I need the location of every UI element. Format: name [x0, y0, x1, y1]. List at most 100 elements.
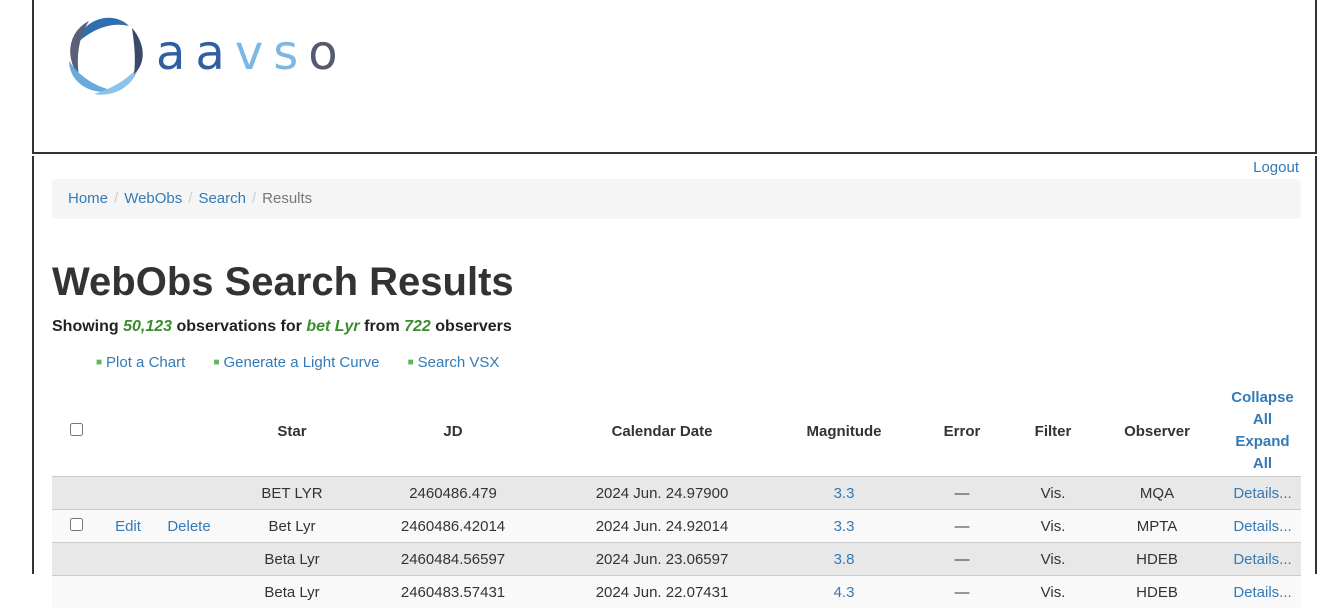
select-all-cell [52, 386, 100, 477]
breadcrumb-results: Results [262, 190, 312, 207]
filter-cell: Vis. [1016, 477, 1090, 510]
star-cell: Beta Lyr [222, 576, 362, 608]
bullet-icon: ■ [213, 357, 219, 368]
jd-cell: 2460484.56597 [362, 543, 544, 576]
summary-text: observations for [177, 318, 302, 335]
error-cell: — [908, 576, 1016, 608]
plot-chart-link[interactable]: Plot a Chart [106, 354, 185, 371]
breadcrumb-search[interactable]: Search [198, 190, 246, 207]
delete-link[interactable]: Delete [167, 518, 210, 535]
magnitude-cell: 3.3 [780, 477, 908, 510]
select-cell [52, 576, 100, 608]
details-link[interactable]: Details... [1233, 485, 1291, 502]
details-cell: Details... [1224, 510, 1301, 543]
bullet-icon: ■ [408, 357, 414, 368]
magnitude-cell: 3.8 [780, 543, 908, 576]
select-cell [52, 477, 100, 510]
observation-count: 50,123 [123, 318, 172, 335]
svg-text:aavso: aavso [156, 25, 348, 81]
table-row: Edit Delete Bet Lyr 2460486.42014 2024 J… [52, 510, 1301, 543]
breadcrumb: Home/WebObs/Search/Results [52, 179, 1301, 219]
select-all-checkbox[interactable] [70, 423, 83, 436]
edit-cell [100, 543, 156, 576]
star-cell: Bet Lyr [222, 510, 362, 543]
error-cell: — [908, 543, 1016, 576]
error-header: Error [908, 386, 1016, 477]
bullet-icon: ■ [96, 357, 102, 368]
date-cell: 2024 Jun. 24.97900 [544, 477, 780, 510]
observer-header: Observer [1090, 386, 1224, 477]
star-cell: Beta Lyr [222, 543, 362, 576]
star-cell: BET LYR [222, 477, 362, 510]
summary-prefix: Showing [52, 318, 119, 335]
observer-cell: HDEB [1090, 576, 1224, 608]
summary-text: observers [435, 318, 512, 335]
magnitude-link[interactable]: 3.3 [834, 518, 855, 535]
results-summary: Showing 50,123 observations for bet Lyr … [52, 318, 512, 336]
collapse-all-link[interactable]: Collapse All [1231, 389, 1294, 428]
delete-cell [156, 477, 222, 510]
filter-cell: Vis. [1016, 543, 1090, 576]
main-content: Logout Home/WebObs/Search/Results WebObs… [32, 156, 1317, 574]
select-cell [52, 510, 100, 543]
filter-header: Filter [1016, 386, 1090, 477]
jd-cell: 2460483.57431 [362, 576, 544, 608]
breadcrumb-separator: / [246, 190, 262, 207]
breadcrumb-separator: / [182, 190, 198, 207]
magnitude-link[interactable]: 4.3 [834, 584, 855, 601]
details-cell: Details... [1224, 576, 1301, 608]
filter-cell: Vis. [1016, 510, 1090, 543]
observer-count: 722 [404, 318, 431, 335]
edit-cell: Edit [100, 510, 156, 543]
jd-cell: 2460486.42014 [362, 510, 544, 543]
table-row: BET LYR 2460486.479 2024 Jun. 24.97900 3… [52, 477, 1301, 510]
date-cell: 2024 Jun. 24.92014 [544, 510, 780, 543]
date-cell: 2024 Jun. 23.06597 [544, 543, 780, 576]
aavso-logo-icon[interactable]: aavso [64, 6, 364, 106]
details-link[interactable]: Details... [1233, 551, 1291, 568]
breadcrumb-home[interactable]: Home [68, 190, 108, 207]
magnitude-link[interactable]: 3.8 [834, 551, 855, 568]
row-checkbox[interactable] [70, 518, 83, 531]
magnitude-cell: 3.3 [780, 510, 908, 543]
star-header: Star [222, 386, 362, 477]
search-vsx-link[interactable]: Search VSX [418, 354, 500, 371]
date-cell: 2024 Jun. 22.07431 [544, 576, 780, 608]
magnitude-link[interactable]: 3.3 [834, 485, 855, 502]
expand-all-link[interactable]: Expand All [1235, 433, 1289, 472]
logout-link[interactable]: Logout [1253, 159, 1299, 176]
page-title: WebObs Search Results [52, 260, 514, 305]
edit-cell [100, 576, 156, 608]
jd-cell: 2460486.479 [362, 477, 544, 510]
delete-header [156, 386, 222, 477]
collapse-expand-header: Collapse All Expand All [1224, 386, 1301, 477]
observer-cell: MPTA [1090, 510, 1224, 543]
breadcrumb-webobs[interactable]: WebObs [124, 190, 182, 207]
edit-link[interactable]: Edit [115, 518, 141, 535]
details-cell: Details... [1224, 543, 1301, 576]
table-header-row: Star JD Calendar Date Magnitude Error Fi… [52, 386, 1301, 477]
light-curve-link[interactable]: Generate a Light Curve [223, 354, 379, 371]
details-link[interactable]: Details... [1233, 518, 1291, 535]
star-name: bet Lyr [306, 318, 359, 335]
observer-cell: MQA [1090, 477, 1224, 510]
table-row: Beta Lyr 2460484.56597 2024 Jun. 23.0659… [52, 543, 1301, 576]
edit-cell [100, 477, 156, 510]
filter-cell: Vis. [1016, 576, 1090, 608]
magnitude-header: Magnitude [780, 386, 908, 477]
delete-cell [156, 576, 222, 608]
action-links: ■ Plot a Chart ■ Generate a Light Curve ■ S… [96, 354, 523, 371]
breadcrumb-separator: / [108, 190, 124, 207]
summary-text: from [364, 318, 400, 335]
date-header: Calendar Date [544, 386, 780, 477]
details-cell: Details... [1224, 477, 1301, 510]
delete-cell [156, 543, 222, 576]
error-cell: — [908, 510, 1016, 543]
edit-header [100, 386, 156, 477]
select-cell [52, 543, 100, 576]
delete-cell: Delete [156, 510, 222, 543]
observer-cell: HDEB [1090, 543, 1224, 576]
results-table: Star JD Calendar Date Magnitude Error Fi… [52, 386, 1301, 608]
details-link[interactable]: Details... [1233, 584, 1291, 601]
site-header: aavso aavso [32, 0, 1317, 154]
